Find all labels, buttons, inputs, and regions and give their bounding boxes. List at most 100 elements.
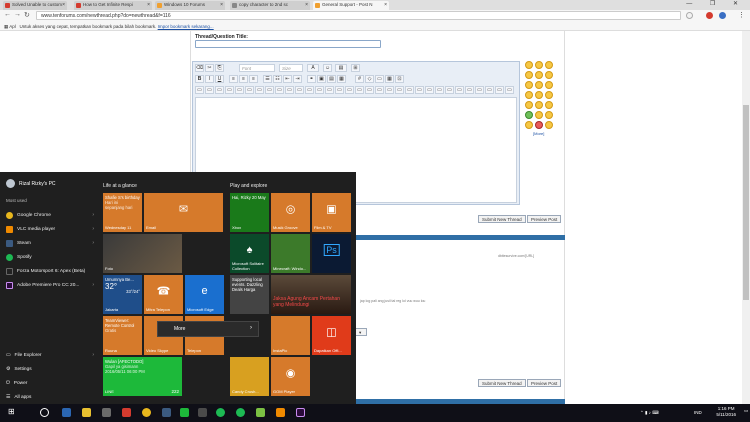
submit-thread-button[interactable]: Submit New Thread	[478, 379, 526, 387]
image-button[interactable]: ▣	[317, 75, 326, 83]
smiley-icon[interactable]	[525, 91, 533, 99]
url-input[interactable]: www.tenforums.com/newthread.php?do=newth…	[36, 11, 681, 20]
tile-instapic[interactable]: InstaPic	[271, 316, 310, 355]
tile-groove[interactable]: ◎ Musik Groove	[271, 193, 310, 232]
chevron-right-icon[interactable]: ›	[92, 352, 94, 358]
smiley-icon[interactable]	[545, 121, 553, 129]
app-item-vlc[interactable]: VLC media player ›	[0, 222, 100, 236]
align-left-button[interactable]: ≡	[229, 75, 238, 83]
preview-post-button[interactable]: Preview Post	[527, 379, 562, 387]
list-button[interactable]: ☰	[263, 75, 272, 83]
app-item-premiere[interactable]: Adobe Premiere Pro CC 20... ›	[0, 278, 100, 292]
tile-photos[interactable]: Foto	[103, 234, 182, 273]
system-tray-icons[interactable]: ⌃ ▮ ♪ ⌨	[640, 410, 659, 416]
smiley-icon[interactable]	[525, 111, 533, 119]
chevron-right-icon[interactable]: ›	[92, 226, 94, 232]
toolbar-button[interactable]: ▭	[285, 86, 294, 94]
smiley-icon[interactable]	[525, 81, 533, 89]
browser-tab[interactable]: How to Get Infinite Respi ×	[74, 1, 152, 10]
toolbar-button[interactable]: ▭	[305, 86, 314, 94]
file-explorer-item[interactable]: ▭ File Explorer ›	[0, 348, 100, 362]
toolbar-button[interactable]: ▭	[275, 86, 284, 94]
toolbar-button[interactable]: ▭	[225, 86, 234, 94]
toolbar-button[interactable]: ▭	[215, 86, 224, 94]
close-icon[interactable]: ×	[220, 2, 223, 8]
back-icon[interactable]: ←	[4, 11, 11, 18]
chevron-right-icon[interactable]: ›	[92, 240, 94, 246]
tile-line[interactable]: Wulan [AFECTODO] Gapil ya gisimann 2016/…	[103, 357, 182, 396]
toolbar-button[interactable]: ▭	[195, 86, 204, 94]
preview-post-button[interactable]: Preview Post	[527, 215, 562, 223]
code-button[interactable]: ◇	[365, 75, 374, 83]
smiley-icon[interactable]	[535, 111, 543, 119]
smiley-icon[interactable]	[535, 91, 543, 99]
tile-minecraft[interactable]: Minecraft: Windo...	[271, 234, 310, 273]
smiley-icon[interactable]	[525, 71, 533, 79]
toolbar-button[interactable]: ▭	[385, 86, 394, 94]
tile-photoshop[interactable]: Ps	[312, 234, 351, 273]
toolbar-button[interactable]: ▭	[475, 86, 484, 94]
smiley-icon[interactable]	[545, 91, 553, 99]
folder-taskbar-icon[interactable]	[82, 408, 91, 417]
store-taskbar-icon[interactable]	[102, 408, 111, 417]
tile-teamviewer[interactable]: TeamViewer: Remote Control Gratis Ruuna	[103, 316, 142, 355]
smiley-icon[interactable]	[535, 71, 543, 79]
tile-mail[interactable]: ✉ Email	[144, 193, 223, 232]
search-icon[interactable]	[40, 408, 49, 417]
close-icon[interactable]: ×	[62, 2, 65, 8]
language-indicator[interactable]: IND	[694, 410, 702, 415]
toolbar-button[interactable]: ▭	[295, 86, 304, 94]
toolbar-button[interactable]: ▭	[355, 86, 364, 94]
toolbar-button[interactable]: ▤	[327, 75, 336, 83]
quote-button[interactable]: #	[355, 75, 364, 83]
star-icon[interactable]	[686, 12, 693, 19]
app-item-chrome[interactable]: Google Chrome ›	[0, 208, 100, 222]
reload-icon[interactable]: ↻	[24, 11, 30, 19]
toolbar-button[interactable]: ▭	[365, 86, 374, 94]
power-item[interactable]: ⏻ Power	[0, 376, 100, 390]
toolbar-button[interactable]: ▭	[485, 86, 494, 94]
list-button[interactable]: ☷	[273, 75, 282, 83]
italic-button[interactable]: I	[205, 75, 214, 83]
extension-icon[interactable]	[719, 12, 726, 19]
scrollbar-thumb[interactable]	[743, 105, 749, 300]
tile-news[interactable]: Supporting local events. Dazzling Deals …	[230, 275, 269, 314]
align-right-button[interactable]: ≡	[249, 75, 258, 83]
browser-tab[interactable]: Windows 10 Forums ×	[155, 1, 225, 10]
toolbar-button[interactable]: ⌫	[195, 64, 204, 72]
page-scrollbar[interactable]	[742, 31, 750, 404]
chevron-right-icon[interactable]: ›	[92, 282, 94, 288]
toolbar-button[interactable]: ▭	[265, 86, 274, 94]
tile-weather[interactable]: Umumnya Be... 32° 33°/24° Jakarta	[103, 275, 142, 314]
tile-films[interactable]: ▣ Film & TV	[312, 193, 351, 232]
toolbar-button[interactable]: ▭	[495, 86, 504, 94]
smiley-icon[interactable]	[535, 101, 543, 109]
smiley-icon[interactable]	[545, 71, 553, 79]
settings-item[interactable]: ⚙ Settings	[0, 362, 100, 376]
toolbar-button[interactable]: ▭	[435, 86, 444, 94]
outdent-button[interactable]: ⇤	[283, 75, 292, 83]
smiley-icon[interactable]	[545, 61, 553, 69]
line-taskbar-icon[interactable]	[180, 408, 189, 417]
window-controls[interactable]: — ❐ ✕	[686, 0, 746, 7]
submit-thread-button[interactable]: Submit New Thread	[478, 215, 526, 223]
browser-tab[interactable]: copy character to 2nd sc ×	[230, 1, 310, 10]
tile-office[interactable]: ◫ Dapatkan Offi...	[312, 316, 351, 355]
smiley-icon[interactable]	[545, 101, 553, 109]
toolbar-button[interactable]: ⊞	[351, 64, 360, 72]
user-account[interactable]: Rizal Rizky's PC	[6, 179, 56, 188]
forward-icon[interactable]: →	[14, 11, 21, 18]
smiley-icon[interactable]	[525, 61, 533, 69]
smiley-icon[interactable]	[535, 61, 543, 69]
tile-solitaire[interactable]: ♠ Microsoft Solitaire Collection	[230, 234, 269, 273]
toolbar-button[interactable]: ▭	[465, 86, 474, 94]
tile-xbox[interactable]: Hai, Rizky 20 May Xbox	[230, 193, 269, 232]
indent-button[interactable]: ⇥	[293, 75, 302, 83]
select-dropdown[interactable]: ▾	[355, 328, 367, 336]
toolbar-button[interactable]: ▭	[235, 86, 244, 94]
spotify-taskbar-icon[interactable]	[216, 408, 225, 417]
app-taskbar-icon[interactable]	[122, 408, 131, 417]
toolbar-button[interactable]: ▭	[445, 86, 454, 94]
toolbar-button[interactable]: ▭	[375, 86, 384, 94]
toolbar-button[interactable]: ▭	[375, 75, 384, 83]
